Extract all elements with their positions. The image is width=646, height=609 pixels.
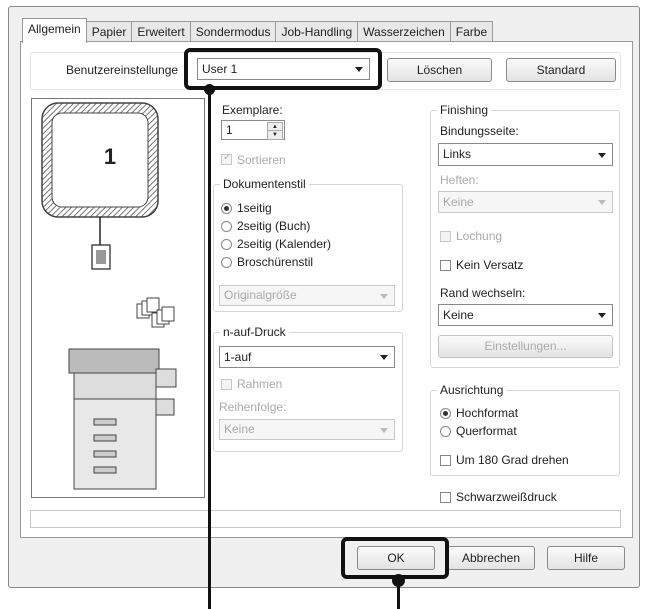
punch-label: Lochung [456,229,503,243]
tab-allgemein[interactable]: Allgemein [22,18,87,43]
chevron-down-icon [380,293,388,299]
tab-job-handling[interactable]: Job-Handling [275,21,359,43]
finishing-settings-button[interactable]: Einstellungen... [438,335,613,358]
no-offset-checkbox[interactable] [440,260,451,271]
delete-button[interactable]: Löschen [387,58,492,82]
preview-page-number: 1 [103,144,117,169]
ok-callout [341,537,449,579]
no-offset-label: Kein Versatz [456,258,524,272]
radio-hochformat[interactable] [440,408,451,419]
black-white-label: Schwarzweißdruck [456,490,557,504]
punch-checkbox[interactable] [440,231,451,242]
ok-callout-dot [392,574,405,587]
user-settings-callout-dot [204,84,215,95]
user-settings-callout [184,48,382,90]
finishing-legend: Finishing [437,103,492,117]
copies-value: 1 [226,123,233,137]
chevron-down-icon [598,200,606,205]
copies-label: Exemplare: [222,103,283,117]
option-1seitig: 1seitig [237,201,272,215]
order-select[interactable]: Keine [219,419,395,440]
binding-value: Links [443,147,472,161]
original-size-value: Originalgröße [224,288,297,302]
radio-2seitig-buch[interactable] [221,221,232,232]
staple-select[interactable]: Keine [438,191,613,213]
border-label: Rahmen [237,377,283,391]
radio-1seitig[interactable] [221,203,232,214]
original-size-select[interactable]: Originalgröße [219,285,395,306]
option-2seitig-kalender: 2seitig (Kalender) [237,237,332,251]
option-hochformat: Hochformat [456,406,519,420]
staple-label: Heften: [440,173,479,187]
margin-shift-select[interactable]: Keine [438,304,613,326]
option-broschuerenstil: Broschürenstil [237,255,314,269]
collate-checkbox[interactable]: ✓ [221,152,232,165]
order-value: Keine [224,422,255,436]
n-up-value: 1-auf [224,350,252,364]
tab-bar: Allgemein Papier Erweitert Sondermodus J… [22,18,494,43]
margin-shift-value: Keine [443,308,474,322]
binding-select[interactable]: Links [438,143,613,166]
chevron-down-icon [380,427,388,433]
order-label: Reihenfolge: [219,400,287,414]
margin-shift-label: Rand wechseln: [440,286,526,300]
cancel-button[interactable]: Abbrechen [447,546,535,570]
chevron-down-icon [380,355,388,360]
option-querformat: Querformat [456,424,517,438]
radio-broschuerenstil[interactable] [221,257,232,268]
radio-2seitig-kalender[interactable] [221,239,232,250]
default-button[interactable]: Standard [506,58,616,82]
n-up-select[interactable]: 1-auf [219,346,395,368]
staple-value: Keine [443,195,474,209]
radio-querformat[interactable] [440,426,451,437]
rotate-180-checkbox[interactable] [440,455,451,466]
binding-label: Bindungsseite: [440,124,519,138]
rotate-180-label: Um 180 Grad drehen [456,453,569,467]
tab-papier[interactable]: Papier [85,21,133,43]
tab-wasserzeichen[interactable]: Wasserzeichen [357,21,451,43]
collate-label: Sortieren [237,153,286,167]
user-settings-callout-line [208,90,211,609]
preview-pane: 1 [31,98,205,498]
spin-down-icon[interactable]: ▼ [267,130,283,140]
document-style-legend: Dokumentenstil [220,177,309,191]
chevron-down-icon [598,152,606,158]
tab-sondermodus[interactable]: Sondermodus [189,21,277,43]
border-checkbox[interactable] [221,379,232,390]
orientation-legend: Ausrichtung [437,383,507,397]
tab-erweitert[interactable]: Erweitert [131,21,191,43]
copies-spinner[interactable]: 1 ▲ ▼ [221,120,285,140]
option-2seitig-buch: 2seitig (Buch) [237,219,311,233]
black-white-checkbox[interactable] [440,492,451,503]
check-icon: ✓ [223,152,232,163]
help-button[interactable]: Hilfe [547,546,625,570]
tab-farbe[interactable]: Farbe [449,21,494,43]
status-strip [30,510,621,528]
chevron-down-icon [598,313,606,318]
n-up-legend: n-auf-Druck [220,325,289,339]
user-settings-label: Benutzereinstellunge [66,63,179,77]
